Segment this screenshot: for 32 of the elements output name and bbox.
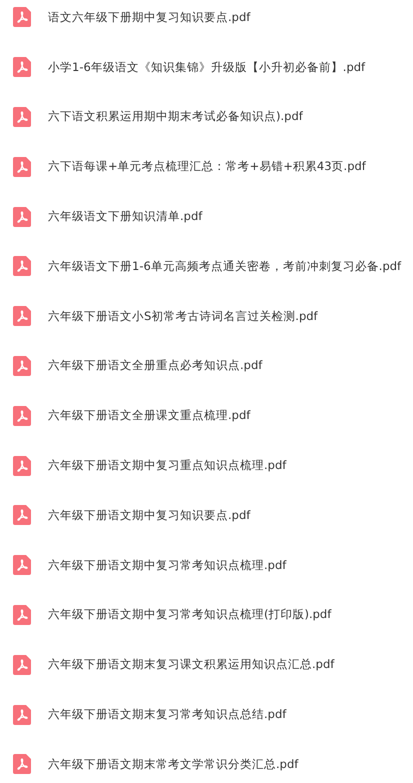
file-name[interactable]: 六下语每课+单元考点梳理汇总：常考+易错+积累43页.pdf [48,159,366,174]
file-name[interactable]: 小学1-6年级语文《知识集锦》升级版【小升初必备前】.pdf [48,60,366,75]
file-name[interactable]: 六年级语文下册1-6单元高频考点通关密卷，考前冲刺复习必备.pdf [48,258,402,274]
file-name[interactable]: 六年级下册语文期末复习常考知识点总结.pdf [48,707,286,722]
file-name[interactable]: 六下语文积累运用期中期末考试必备知识点).pdf [48,109,303,124]
pdf-file-icon [13,57,31,78]
file-name[interactable]: 六年级下册语文期中复习知识要点.pdf [48,508,250,523]
pdf-file-icon [13,356,31,376]
file-name[interactable]: 六年级下册语文全册重点必考知识点.pdf [48,358,262,374]
pdf-file-icon [13,206,31,227]
pdf-file-icon [13,555,31,576]
pdf-file-icon [13,754,31,774]
file-name[interactable]: 六年级下册语文期中复习常考知识点梳理(打印版).pdf [48,607,332,622]
file-name[interactable]: 六年级下册语文小S初常考古诗词名言过关检测.pdf [48,308,318,324]
pdf-file-icon [13,7,31,28]
file-name[interactable]: 六年级下册语文期中复习常考知识点梳理.pdf [48,558,286,573]
file-name[interactable]: 六年级下册语文期末复习课文积累运用知识点汇总.pdf [48,657,334,672]
file-name[interactable]: 六年级下册语文期中复习重点知识点梳理.pdf [48,458,286,474]
pdf-file-icon [13,505,31,526]
pdf-file-icon [13,704,31,725]
file-name[interactable]: 六年级语文下册知识清单.pdf [48,209,202,224]
pdf-file-icon [13,306,31,326]
pdf-file-icon [13,106,31,127]
file-name[interactable]: 六年级下册语文期末常考文学常识分类汇总.pdf [48,756,298,772]
file-name[interactable]: 语文六年级下册期中复习知识要点.pdf [48,10,250,25]
file-name[interactable]: 六年级下册语文全册课文重点梳理.pdf [48,408,250,424]
pdf-file-icon [13,156,31,177]
pdf-file-icon [13,604,31,625]
pdf-file-icon [13,456,31,476]
pdf-file-icon [13,256,31,276]
pdf-file-icon [13,654,31,675]
pdf-file-icon [13,406,31,426]
